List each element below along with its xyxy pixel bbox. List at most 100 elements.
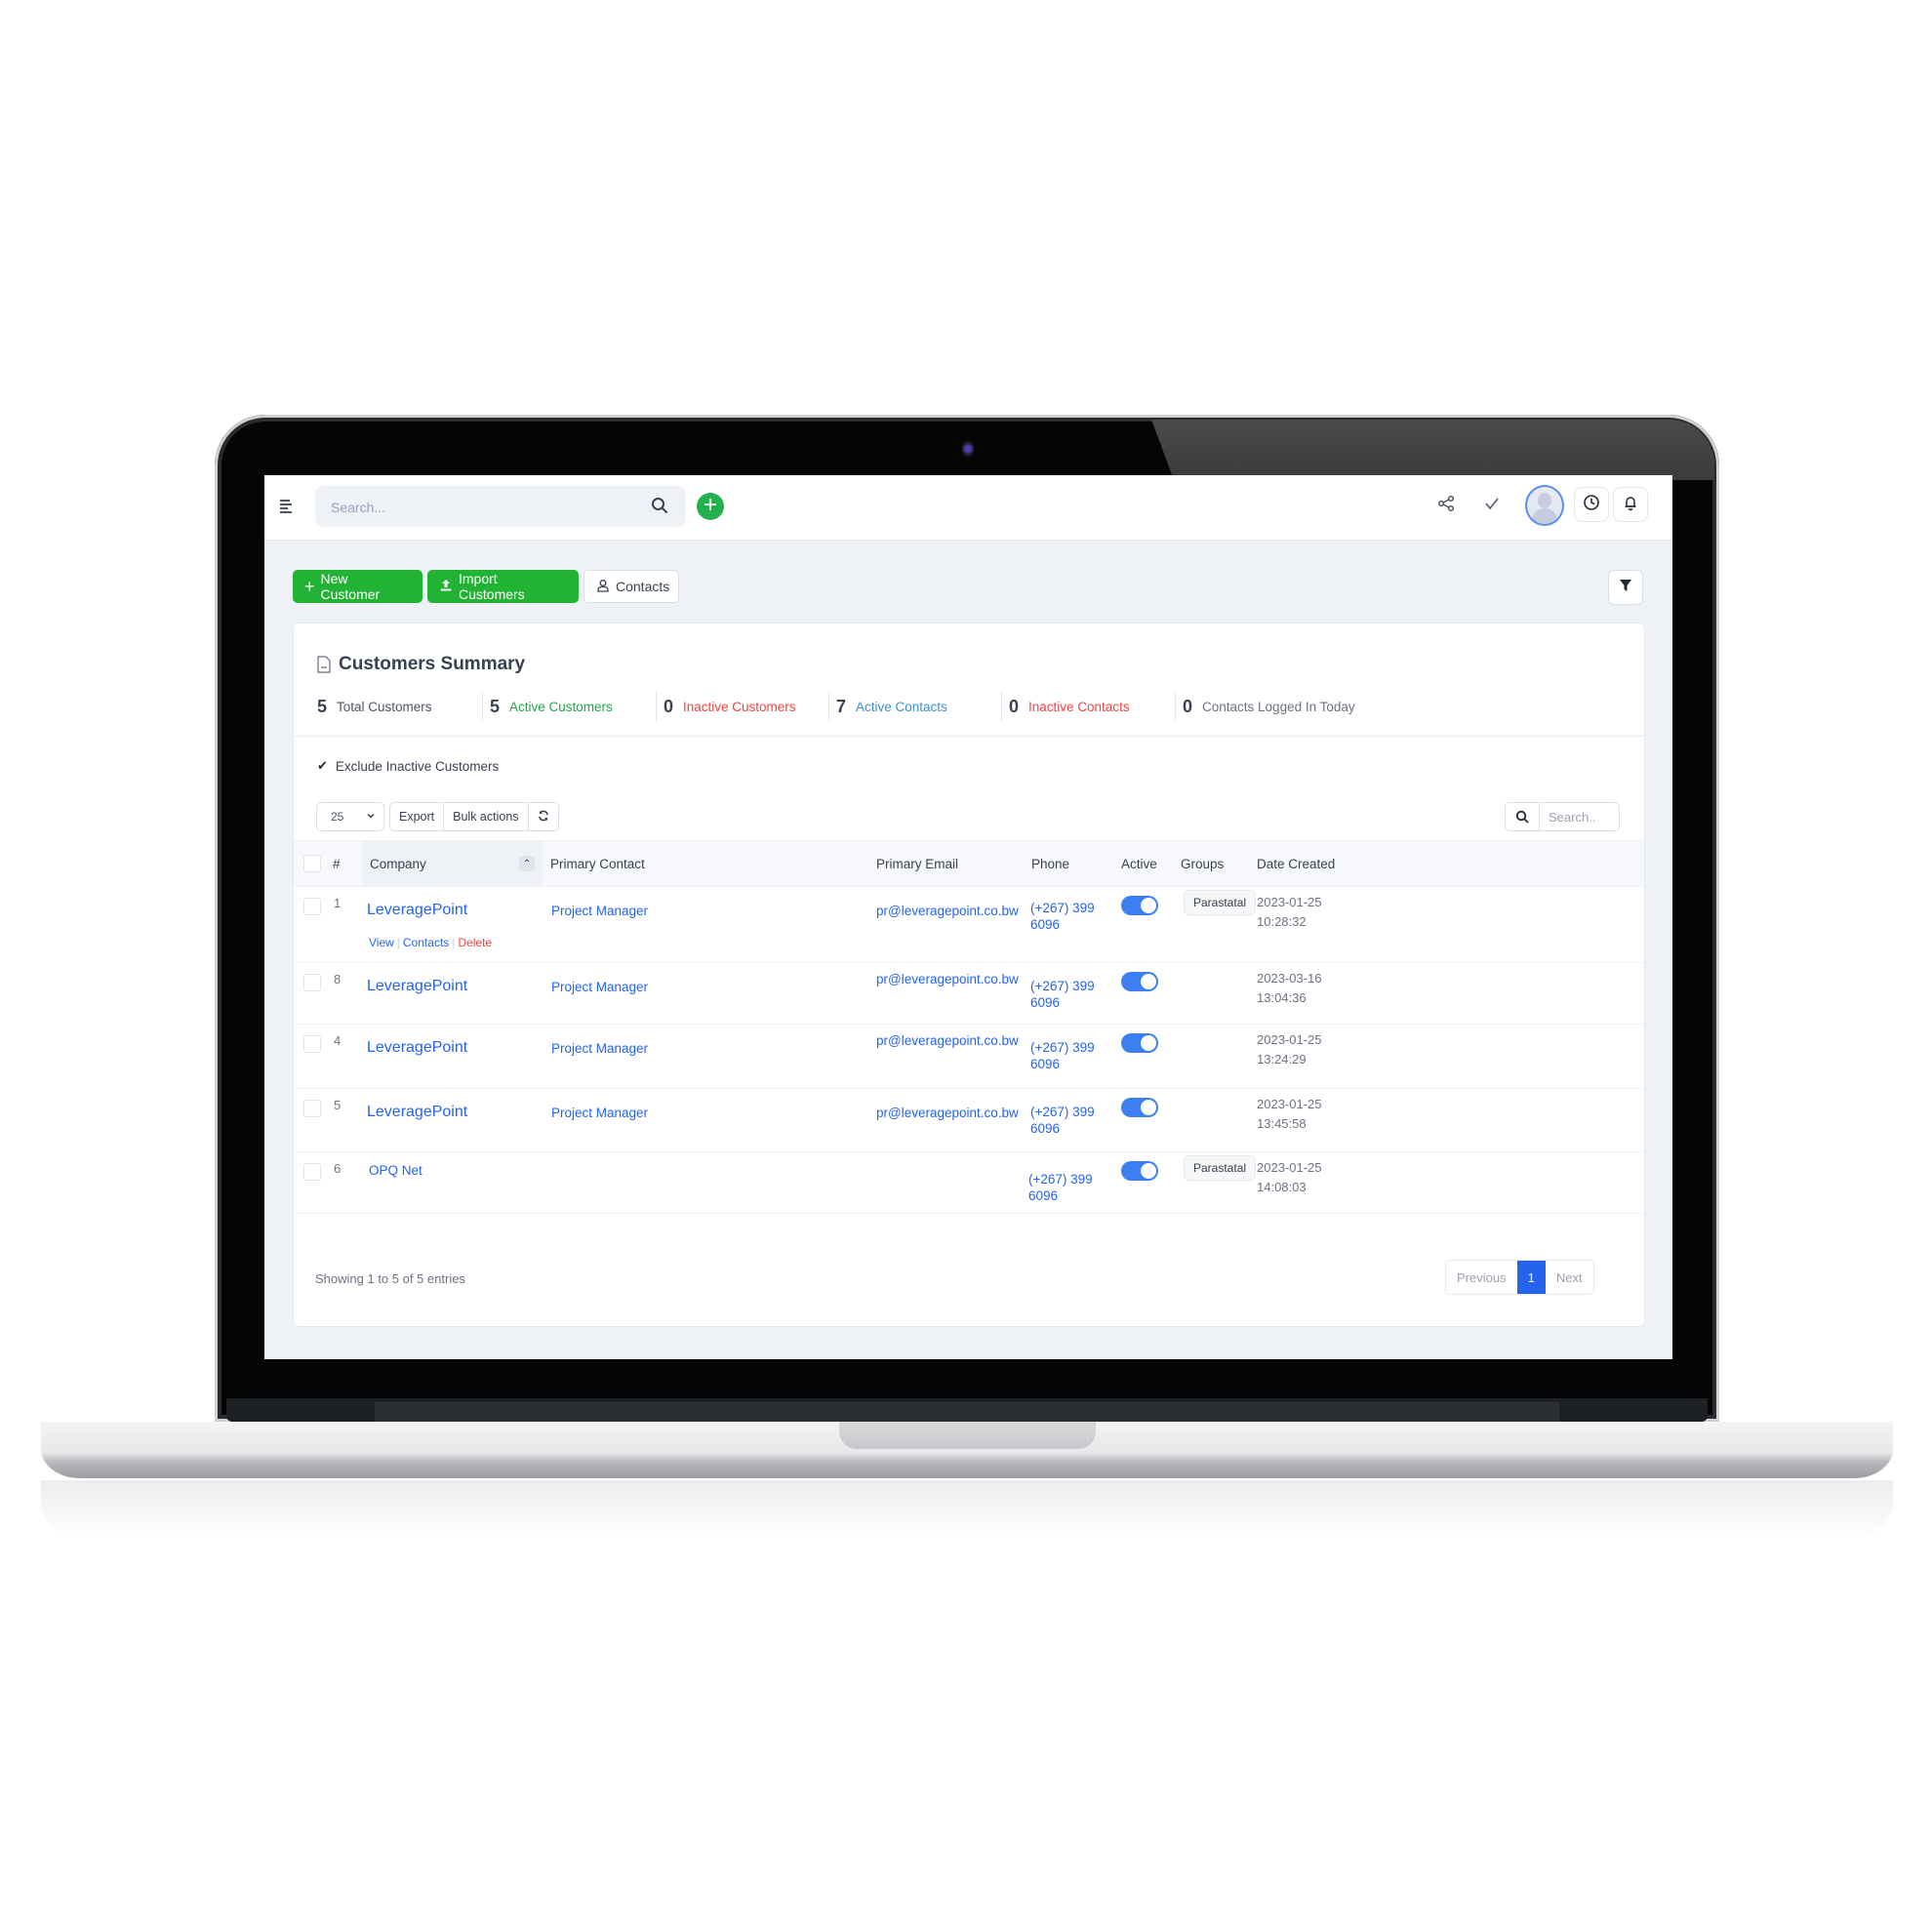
col-groups[interactable]: Groups — [1181, 841, 1224, 886]
primary-contact-link[interactable]: Project Manager — [551, 904, 648, 918]
row-index: 4 — [334, 1033, 342, 1048]
phone-link[interactable]: (+267) 399 6096 — [1030, 1039, 1095, 1072]
company-link[interactable]: LeveragePoint — [367, 978, 467, 995]
search-icon[interactable] — [1506, 803, 1540, 830]
active-toggle[interactable] — [1121, 1098, 1158, 1117]
company-link[interactable]: LeveragePoint — [367, 1104, 467, 1121]
row-checkbox[interactable] — [303, 898, 321, 915]
new-customer-button[interactable]: + New Customer — [293, 570, 423, 603]
checkbox-checked-icon[interactable]: ✔ — [317, 758, 328, 774]
primary-email-link[interactable]: pr@leveragepoint.co.bw — [876, 972, 1019, 986]
search-icon[interactable] — [651, 497, 668, 519]
row-checkbox[interactable] — [303, 974, 321, 991]
page-size-select[interactable]: 25 — [316, 802, 384, 831]
active-toggle[interactable] — [1121, 1161, 1158, 1181]
clock-button[interactable] — [1574, 487, 1609, 522]
company-link[interactable]: LeveragePoint — [367, 1039, 467, 1057]
phone-line-1: (+267) 399 — [1030, 901, 1095, 915]
next-page-button[interactable]: Next — [1546, 1261, 1593, 1294]
company-link[interactable]: LeveragePoint — [367, 902, 467, 919]
primary-email-link[interactable]: pr@leveragepoint.co.bw — [876, 904, 1019, 918]
date-created: 2023-01-25 10:28:32 — [1257, 893, 1322, 932]
contacts-button[interactable]: Contacts — [584, 570, 679, 603]
page-1-button[interactable]: 1 — [1516, 1261, 1546, 1294]
phone-line-2: 6096 — [1030, 1121, 1061, 1136]
refresh-button[interactable] — [529, 803, 558, 830]
quick-add-button[interactable]: + — [697, 493, 724, 520]
table-button-group: Export Bulk actions — [389, 802, 559, 831]
menu-icon[interactable] — [280, 500, 294, 513]
col-active[interactable]: Active — [1121, 841, 1157, 886]
new-customer-label: New Customer — [320, 571, 381, 602]
primary-contact-link[interactable]: Project Manager — [551, 1041, 648, 1056]
row-checkbox[interactable] — [303, 1100, 321, 1117]
select-all-checkbox[interactable] — [303, 841, 321, 886]
notifications-button[interactable] — [1613, 487, 1648, 522]
col-company-label: Company — [370, 856, 426, 871]
phone-link[interactable]: (+267) 399 6096 — [1030, 900, 1095, 933]
share-icon[interactable] — [1437, 495, 1455, 517]
active-toggle[interactable] — [1121, 972, 1158, 991]
table-row[interactable]: 8 LeveragePoint Project Manager pr@leverage… — [294, 962, 1644, 1025]
group-badge: Parastatal — [1184, 1155, 1257, 1181]
laptop-notch — [839, 1422, 1096, 1449]
exclude-inactive-label: Exclude Inactive Customers — [335, 758, 500, 774]
contacts-label: Contacts — [616, 579, 670, 594]
table-row[interactable]: 5 LeveragePoint Project Manager pr@leverage… — [294, 1088, 1644, 1152]
phone-link[interactable]: (+267) 399 6096 — [1030, 1104, 1095, 1137]
contacts-link[interactable]: Contacts — [400, 936, 452, 949]
time-value: 14:08:03 — [1257, 1180, 1307, 1194]
table-row[interactable]: 6 OPQ Net (+267) 399 6096 Parastatal 2023-01-… — [294, 1151, 1644, 1214]
clock-icon — [1583, 494, 1600, 516]
col-date-created[interactable]: Date Created — [1257, 841, 1335, 886]
date-created: 2023-01-25 13:45:58 — [1257, 1095, 1322, 1134]
stat-label: Inactive Customers — [683, 699, 796, 714]
col-index[interactable]: # — [333, 841, 341, 886]
filter-button[interactable] — [1608, 570, 1643, 605]
table-search-input[interactable] — [1540, 803, 1619, 830]
col-company[interactable]: Company ⌃ — [362, 841, 543, 886]
col-primary-email[interactable]: Primary Email — [876, 841, 958, 886]
company-link[interactable]: OPQ Net — [369, 1163, 423, 1178]
summary-stat: 0 Contacts Logged In Today — [1183, 692, 1355, 721]
phone-link[interactable]: (+267) 399 6096 — [1030, 978, 1095, 1011]
filter-icon — [1619, 579, 1632, 597]
primary-email-link[interactable]: pr@leveragepoint.co.bw — [876, 1106, 1019, 1120]
table-row[interactable]: 4 LeveragePoint Project Manager pr@leverage… — [294, 1024, 1644, 1089]
row-actions: View | Contacts | Delete — [366, 936, 495, 949]
table-row[interactable]: 1 LeveragePoint View | Contacts | Delete Projec… — [294, 886, 1644, 963]
export-button[interactable]: Export — [390, 803, 445, 830]
customers-card: Customers Summary 5 Total Customers 5 Activ… — [293, 623, 1645, 1327]
primary-contact-link[interactable]: Project Manager — [551, 980, 648, 994]
exclude-inactive-filter[interactable]: ✔ Exclude Inactive Customers — [317, 758, 499, 774]
previous-page-button[interactable]: Previous — [1446, 1261, 1517, 1294]
global-search-input[interactable] — [315, 486, 645, 529]
col-primary-contact[interactable]: Primary Contact — [550, 841, 645, 886]
date-created: 2023-03-16 13:04:36 — [1257, 969, 1322, 1008]
summary-stat: 5 Active Customers — [490, 692, 613, 721]
stat-divider — [1175, 692, 1176, 721]
view-link[interactable]: View — [366, 936, 397, 949]
stat-label: Active Customers — [509, 699, 613, 714]
stat-label: Total Customers — [337, 699, 432, 714]
col-phone[interactable]: Phone — [1031, 841, 1069, 886]
import-customers-button[interactable]: Import Customers — [427, 570, 579, 603]
group-badge-wrap: Parastatal — [1184, 1155, 1257, 1181]
date-value: 2023-01-25 — [1257, 895, 1322, 909]
delete-link[interactable]: Delete — [455, 936, 495, 949]
sort-asc-icon[interactable]: ⌃ — [519, 856, 535, 871]
primary-email-link[interactable]: pr@leveragepoint.co.bw — [876, 1033, 1019, 1048]
table-header: # Company ⌃ Primary Contact Primary Emai… — [294, 840, 1644, 887]
row-checkbox[interactable] — [303, 1035, 321, 1053]
avatar[interactable] — [1525, 485, 1564, 526]
phone-link[interactable]: (+267) 399 6096 — [1028, 1171, 1093, 1204]
summary-stat: 5 Total Customers — [317, 692, 432, 721]
bulk-actions-button[interactable]: Bulk actions — [444, 803, 529, 830]
row-checkbox[interactable] — [303, 1163, 321, 1181]
group-badge-wrap: Parastatal — [1184, 890, 1257, 915]
primary-contact-link[interactable]: Project Manager — [551, 1106, 648, 1120]
webcam — [962, 441, 974, 457]
active-toggle[interactable] — [1121, 1033, 1158, 1053]
active-toggle[interactable] — [1121, 896, 1158, 915]
check-icon[interactable] — [1483, 495, 1501, 517]
